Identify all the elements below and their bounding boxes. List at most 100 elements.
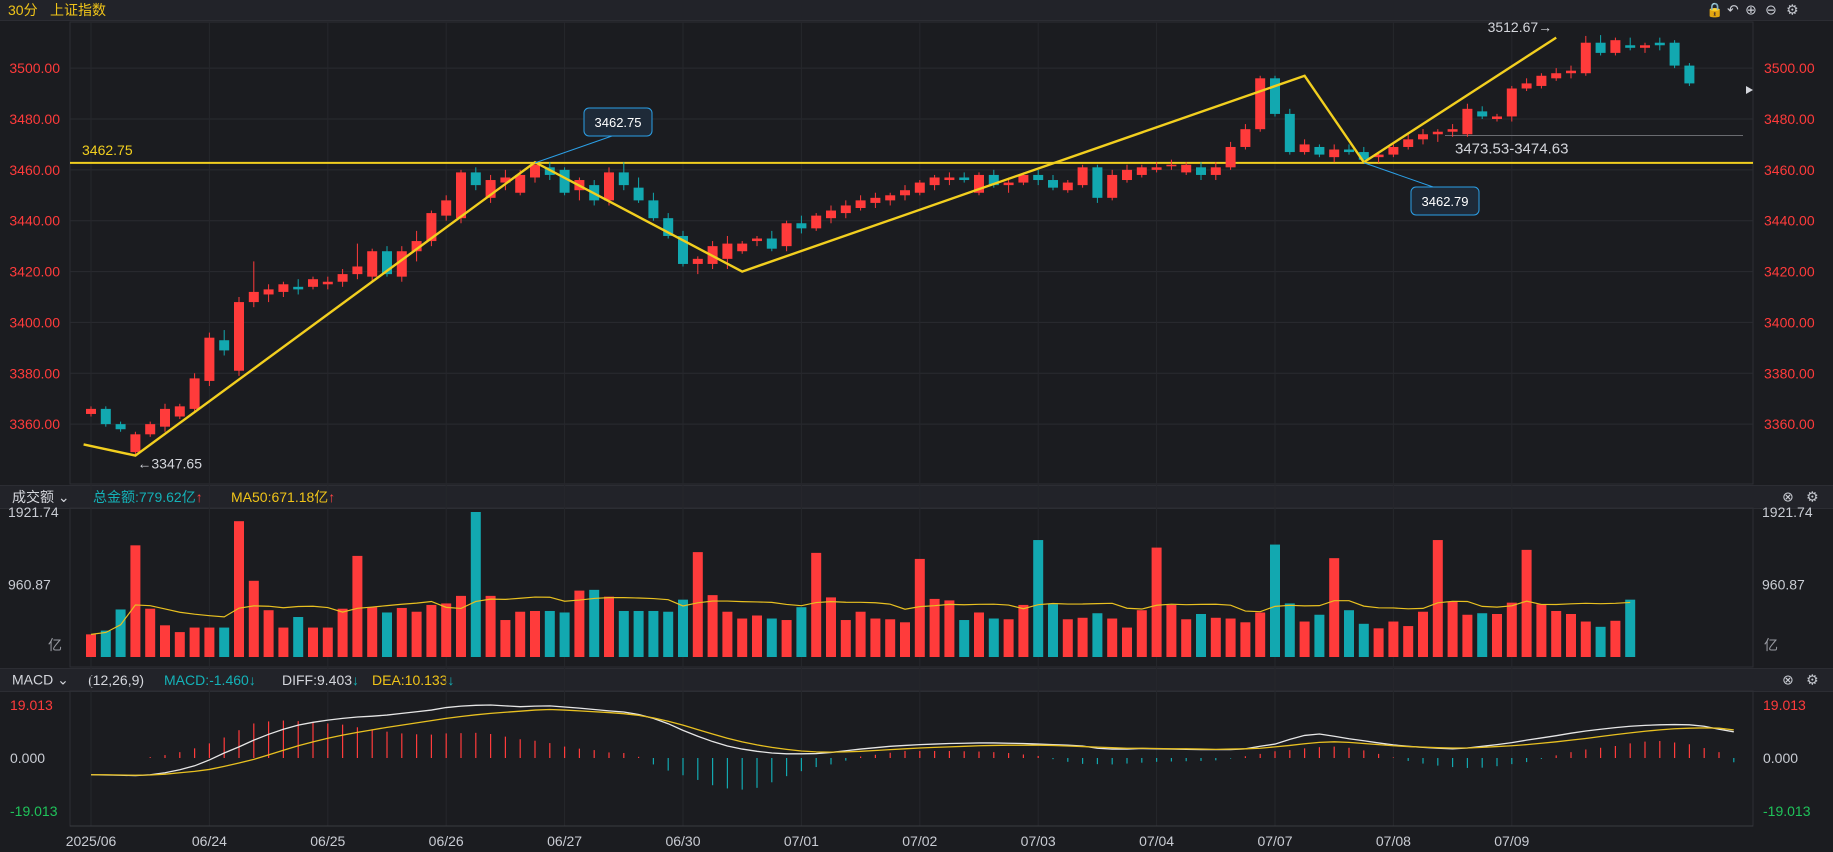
volume-bar <box>914 558 925 657</box>
price-tick-label-right: 3380.00 <box>1764 365 1815 381</box>
volume-bar <box>1506 602 1517 657</box>
candle-body <box>145 424 156 435</box>
volume-bar <box>1432 540 1443 657</box>
volume-bar <box>1462 614 1473 657</box>
volume-bar <box>855 611 866 657</box>
volume-bar <box>1240 622 1251 657</box>
volume-bar <box>396 607 407 657</box>
volume-bar <box>1625 599 1636 657</box>
candle-body <box>1092 167 1103 198</box>
candle-body <box>840 205 851 214</box>
volume-bar <box>870 618 881 657</box>
candle-body <box>1166 164 1177 167</box>
candle-body <box>944 177 955 181</box>
candle-body <box>1299 144 1310 153</box>
volume-bar <box>1344 610 1354 657</box>
volume-bar <box>263 610 274 657</box>
candle-body <box>618 172 629 186</box>
candle-body <box>1181 164 1192 173</box>
candle-body <box>470 172 481 186</box>
price-tick-label-right: 3500.00 <box>1764 60 1815 76</box>
volume-bar <box>1373 628 1384 657</box>
volume-tick-label-left: 1921.74 <box>8 504 59 520</box>
candle-body <box>115 424 126 430</box>
candle-body <box>1551 73 1562 79</box>
volume-bar <box>544 610 555 657</box>
candle-body <box>766 238 777 249</box>
volume-bar <box>352 555 363 657</box>
volume-bar <box>766 618 777 657</box>
callout-line <box>1363 162 1437 189</box>
candle-body <box>1492 116 1502 119</box>
candle-body <box>337 274 348 282</box>
volume-bar <box>1492 613 1502 657</box>
volume-bar <box>204 627 215 657</box>
macd-tick-label-left: -19.013 <box>10 803 58 819</box>
date-tick-label: 07/08 <box>1376 833 1411 849</box>
volume-bar <box>929 598 940 657</box>
candle-body <box>604 172 614 201</box>
volume-bar <box>826 597 836 657</box>
volume-bar <box>86 634 96 657</box>
candle-body <box>559 169 570 193</box>
price-tick-label-right: 3480.00 <box>1764 111 1815 127</box>
volume-bar <box>781 620 792 657</box>
price-tick-label-left: 3360.00 <box>9 416 60 432</box>
candle-body <box>1240 129 1251 147</box>
date-tick-label: 06/26 <box>429 833 464 849</box>
volume-bar <box>293 617 304 657</box>
volume-bar <box>1388 621 1399 657</box>
candle-body <box>1610 40 1621 53</box>
candle-body <box>1196 167 1206 175</box>
volume-bar <box>515 611 526 657</box>
candle-body <box>219 340 230 351</box>
candle-body <box>1151 167 1162 170</box>
volume-bar <box>1107 618 1118 657</box>
price-tick-label-right: 3400.00 <box>1764 314 1815 330</box>
volume-bar <box>1181 619 1192 657</box>
candle-body <box>308 279 318 287</box>
candle-body <box>1536 75 1547 86</box>
volume-bar <box>1536 604 1547 657</box>
volume-bar <box>1477 613 1488 657</box>
candle-body <box>914 182 925 193</box>
volume-bar <box>219 627 230 657</box>
candle-body <box>722 243 733 259</box>
price-tick-label-left: 3500.00 <box>9 60 60 76</box>
high-annotation: 3512.67→ <box>1488 19 1553 35</box>
volume-bar <box>988 618 999 657</box>
stock-chart[interactable]: 3360.00 3360.00 3380.00 3380.00 3400.00 3400.… <box>0 0 1833 852</box>
volume-bar <box>885 619 896 657</box>
candle-body <box>204 337 215 381</box>
volume-bar <box>618 610 629 657</box>
volume-bar <box>1403 626 1414 657</box>
macd-tick-label-right: 0.000 <box>1763 750 1798 766</box>
candle-body <box>100 408 111 425</box>
candle-body <box>826 210 836 219</box>
date-tick-label: 2025/06 <box>66 833 117 849</box>
volume-bar <box>174 632 185 657</box>
candle-body <box>263 289 274 295</box>
volume-bar <box>1551 610 1562 657</box>
volume-bar <box>145 608 156 657</box>
candle-body <box>130 434 141 453</box>
volume-bar <box>1210 617 1221 657</box>
volume-unit-right: 亿 <box>1764 637 1778 653</box>
candle-body <box>1684 65 1695 84</box>
volume-bar <box>130 545 141 657</box>
volume-bar <box>485 595 496 657</box>
price-tick-label-left: 3440.00 <box>9 213 60 229</box>
volume-bar <box>470 512 481 657</box>
candle-body <box>1447 129 1458 132</box>
volume-tick-label-right: 960.87 <box>1762 577 1805 593</box>
volume-bar <box>426 604 437 657</box>
volume-bar <box>604 596 614 657</box>
volume-bar <box>900 622 910 657</box>
candle-body <box>234 302 244 371</box>
volume-bar <box>234 521 244 657</box>
volume-bar <box>1418 611 1428 657</box>
volume-bar <box>1122 627 1132 657</box>
price-tick-label-right: 3360.00 <box>1764 416 1815 432</box>
plot-border <box>69 21 1754 485</box>
macd-tick-label-left: 19.013 <box>10 697 53 713</box>
